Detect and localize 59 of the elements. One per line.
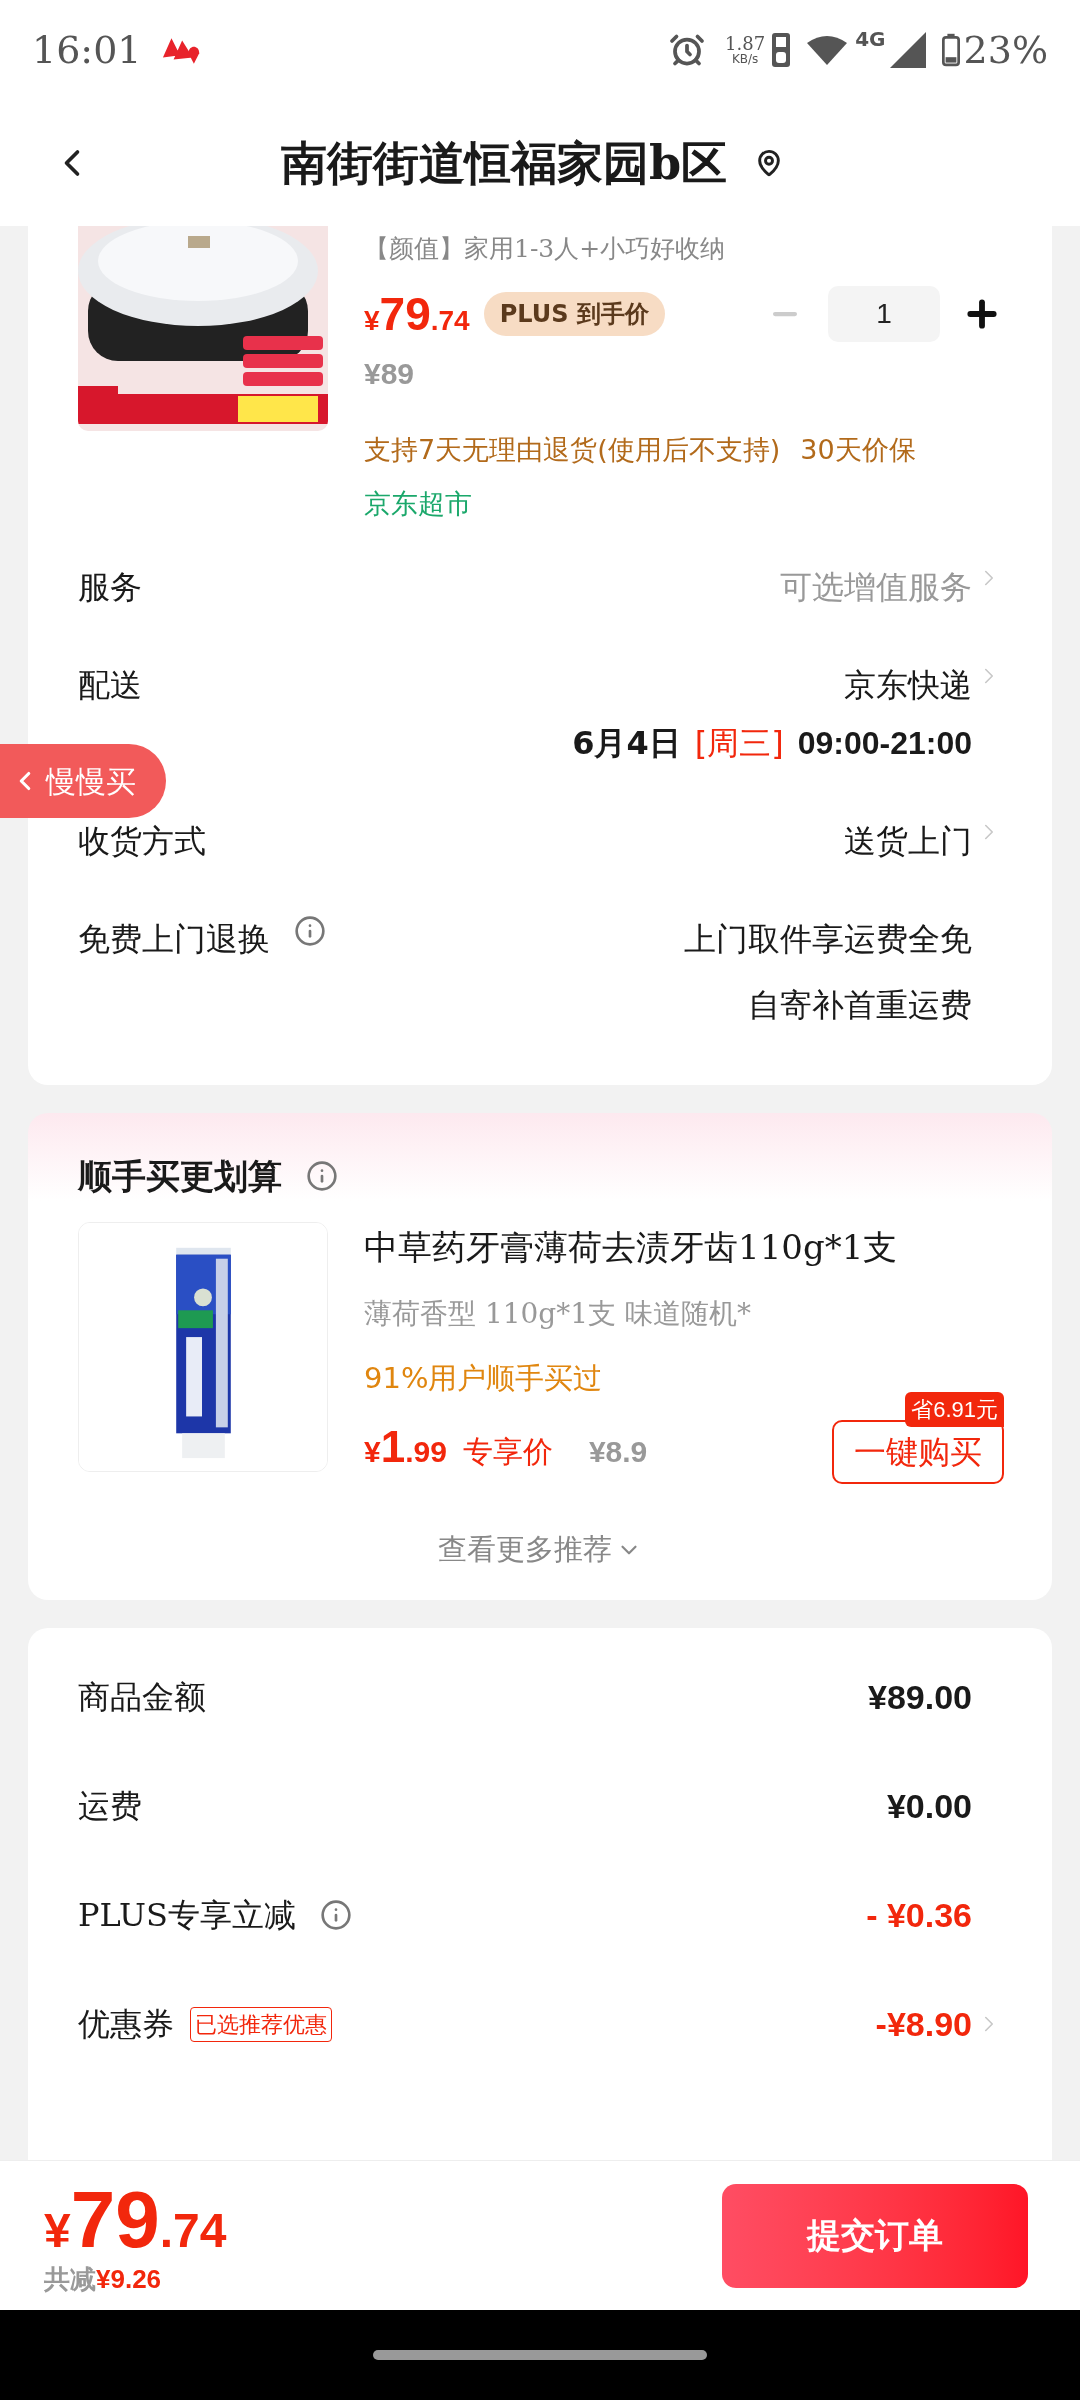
product-spec: 薄荷香型 110g*1支 味道随机*	[364, 1295, 752, 1332]
quantity-field[interactable]: 1	[828, 286, 940, 342]
section-title: 顺手买更划算	[78, 1154, 282, 1198]
detail-label: 收货方式	[78, 820, 206, 862]
original-price: ¥89	[364, 355, 416, 392]
signal-icon	[889, 32, 926, 68]
summary-value: ¥0.00	[886, 1785, 972, 1827]
savings-label: 共减	[44, 2265, 96, 2292]
delivery-time: 09:00-21:00	[797, 723, 972, 763]
status-time: 16:01	[32, 26, 142, 74]
summary-value: - ¥0.36	[866, 1894, 972, 1936]
delivery-weekday: [周三]	[694, 722, 784, 764]
delivery-date: 6月4日	[572, 722, 681, 764]
summary-label: 运费	[78, 1786, 142, 1827]
plus-price-badge: PLUS 到手价	[483, 292, 665, 336]
savings-amount: ¥9.26	[96, 2265, 162, 2292]
alarm-icon	[669, 32, 706, 68]
detail-value: 自寄补首重运费	[748, 984, 972, 1026]
battery-level: 23%	[963, 26, 1048, 74]
hd-icon	[771, 32, 792, 68]
detail-label: 配送	[78, 664, 142, 706]
total-price: ¥79.74	[44, 2179, 227, 2260]
original-price: ¥8.9	[588, 1434, 648, 1470]
summary-label: PLUS专享立减	[78, 1895, 296, 1936]
price-label: 专享价	[462, 1433, 553, 1471]
floating-shortcut-label: 慢慢买	[46, 762, 136, 801]
network-speed-unit: KB/s	[731, 53, 759, 65]
detail-label: 服务	[78, 566, 142, 608]
savings-badge: 省6.91元	[905, 1392, 1004, 1427]
quick-buy-button[interactable]: 一键购买	[832, 1420, 1004, 1484]
detail-value[interactable]: 可选增值服务	[780, 562, 972, 611]
product-title[interactable]: 中草药牙膏薄荷去渍牙齿110g*1支	[364, 1221, 1002, 1273]
battery-icon	[941, 32, 960, 68]
summary-value: -¥8.90	[875, 2003, 972, 2045]
deal-price: ¥1.99	[364, 1421, 447, 1473]
floating-shortcut-button[interactable]: 慢慢买	[0, 744, 166, 818]
coupon-tag: 已选推荐优惠	[190, 2006, 332, 2042]
detail-value[interactable]: 京东快递	[844, 660, 972, 709]
network-speed: 1.87	[725, 35, 766, 53]
summary-value: ¥89.00	[868, 1676, 972, 1718]
product-title: 【颜值】家用1-3人+小巧好收纳	[364, 233, 727, 265]
more-recommendations-link[interactable]: 查看更多推荐	[438, 1528, 612, 1572]
policy-text: 支持7天无理由退货(使用后不支持)	[364, 432, 781, 467]
detail-value[interactable]: 送货上门	[844, 816, 972, 865]
policy-text: 30天价保	[800, 432, 916, 467]
submit-order-button[interactable]: 提交订单	[722, 2183, 1028, 2288]
address-title: 南街街道恒福家园b区	[280, 134, 728, 192]
summary-label: 优惠券	[78, 2004, 174, 2045]
wifi-icon	[807, 35, 848, 65]
info-icon[interactable]	[294, 914, 326, 947]
detail-label: 免费上门退换	[78, 918, 270, 960]
detail-value: 上门取件享运费全免	[684, 918, 972, 960]
social-proof: 91%用户顺手买过	[364, 1359, 604, 1397]
network-type: 4G	[855, 26, 886, 53]
info-icon[interactable]	[306, 1160, 338, 1192]
info-icon[interactable]	[319, 1899, 352, 1931]
product-price: ¥79.74	[364, 286, 470, 342]
summary-label: 商品金额	[78, 1677, 206, 1718]
store-name: 京东超市	[364, 487, 473, 521]
